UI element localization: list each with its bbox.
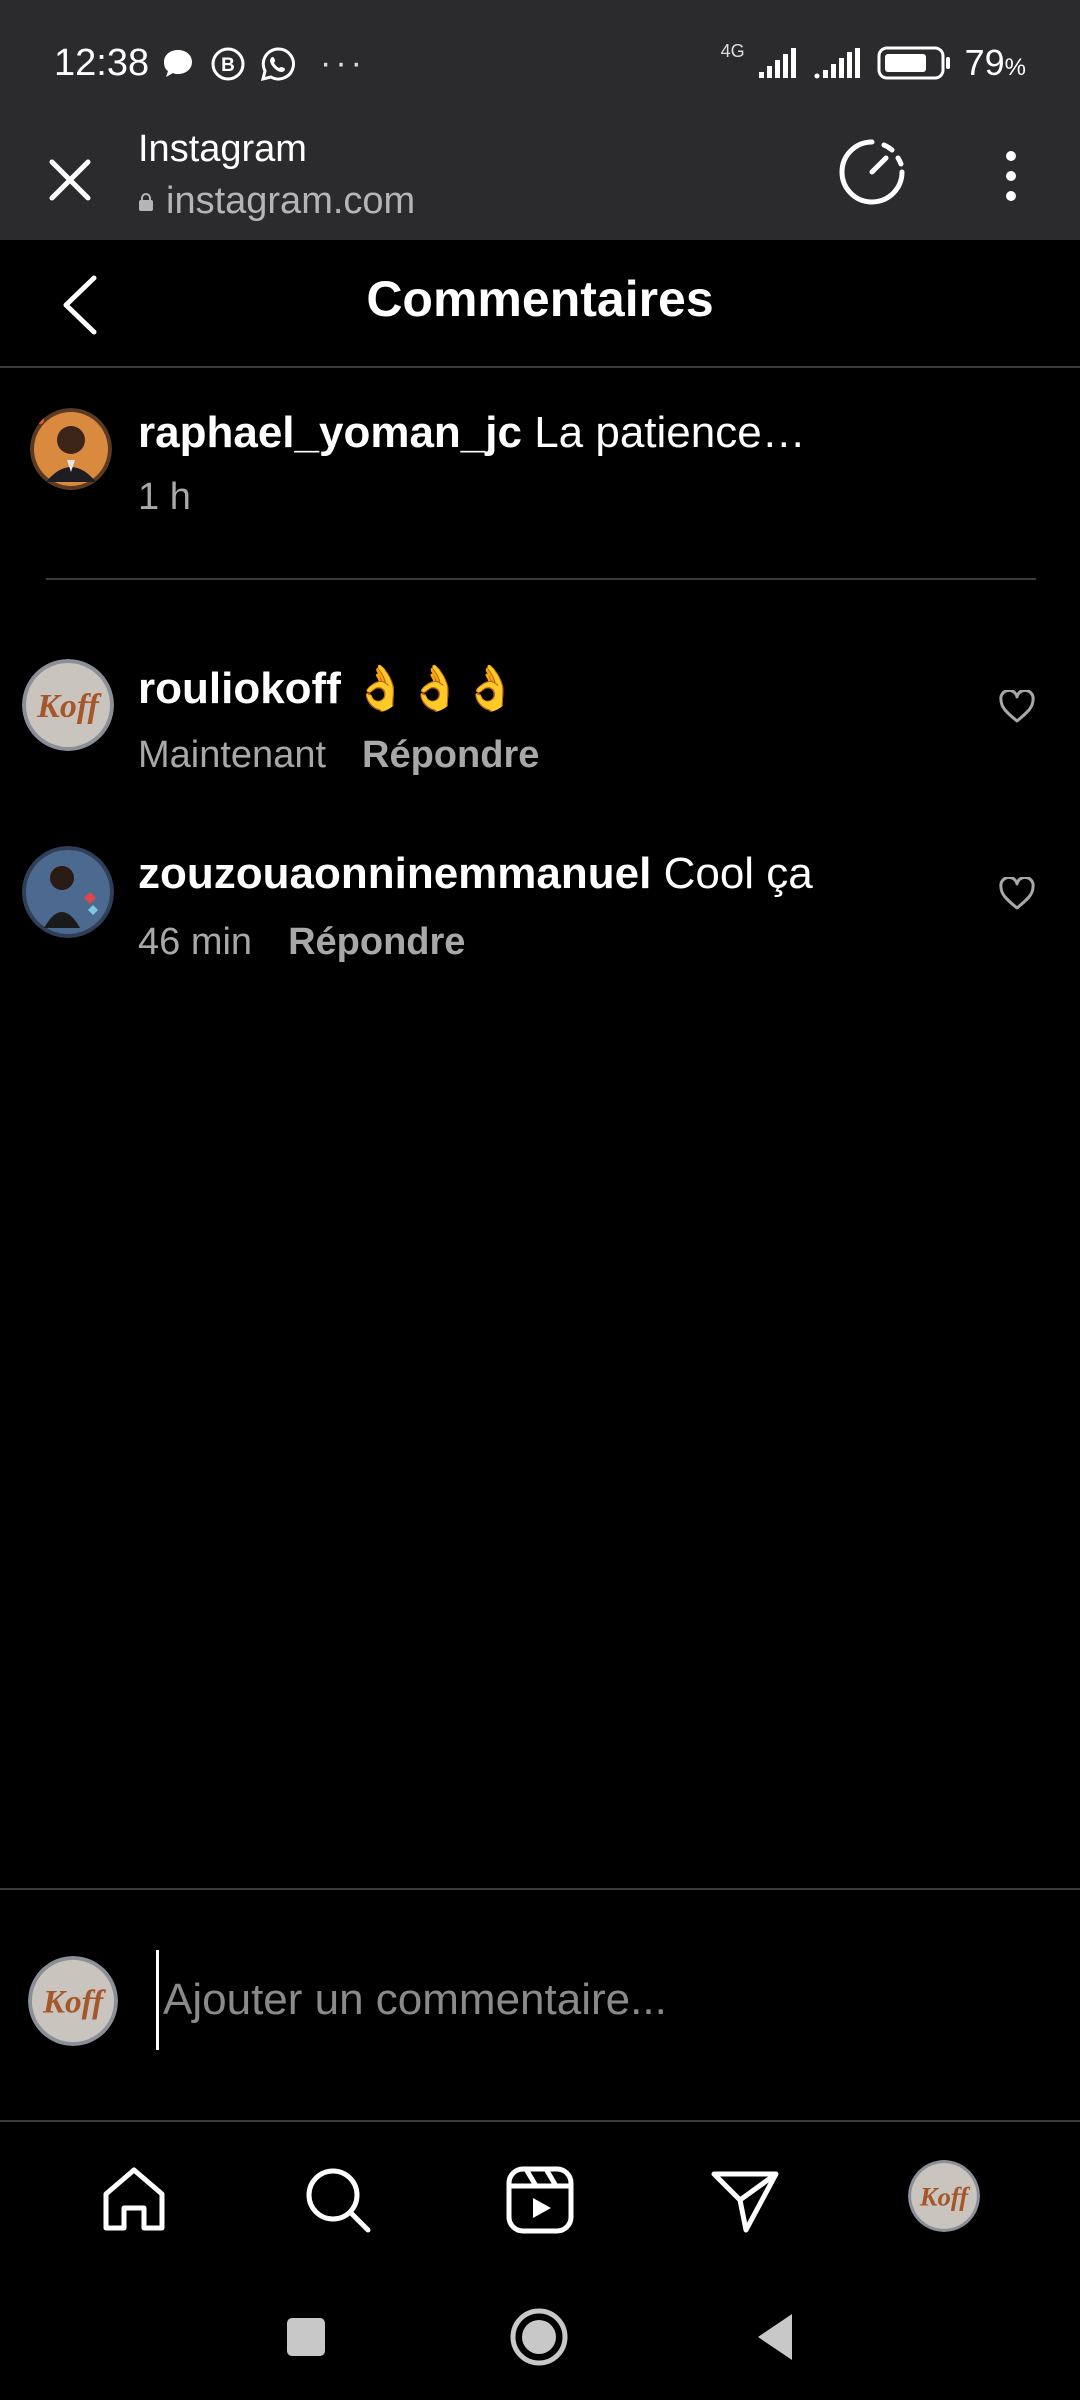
reply-button[interactable]: Répondre bbox=[362, 734, 539, 777]
comment-body: Cool ça bbox=[663, 849, 813, 898]
status-right: 4G 79% bbox=[720, 40, 1026, 84]
recents-icon[interactable] bbox=[275, 2306, 337, 2368]
comment-body: 👌👌👌 bbox=[353, 664, 518, 713]
browser-url-text: instagram.com bbox=[166, 180, 416, 222]
notification-icons: B ··· bbox=[160, 44, 366, 83]
svg-text:Koff: Koff bbox=[42, 1984, 106, 2021]
chat-bubble-icon bbox=[164, 49, 192, 77]
comment-username[interactable]: rouliokoff bbox=[138, 664, 341, 713]
heart-icon[interactable] bbox=[998, 690, 1036, 724]
comment-time: 46 min bbox=[138, 921, 253, 963]
caption-avatar-image bbox=[30, 408, 112, 490]
network-type-label: 4G bbox=[720, 40, 745, 61]
avatar[interactable] bbox=[30, 408, 112, 490]
caption-divider bbox=[46, 578, 1036, 580]
whatsapp-icon bbox=[260, 46, 295, 81]
browser-url[interactable]: instagram.com bbox=[138, 180, 415, 223]
page-title: Commentaires bbox=[366, 271, 714, 327]
browser-site-title: Instagram bbox=[138, 128, 307, 170]
speedometer-icon[interactable] bbox=[834, 134, 910, 210]
comment-input[interactable] bbox=[156, 1950, 1036, 2050]
caption-username[interactable]: raphael_yoman_jc bbox=[138, 408, 522, 457]
signal-icon bbox=[758, 48, 796, 78]
more-options-icon[interactable] bbox=[990, 146, 1032, 206]
home-circle-icon[interactable] bbox=[508, 2306, 570, 2368]
browser-bar: Instagram instagram.com bbox=[0, 128, 1080, 240]
koff-avatar-image: Koff bbox=[28, 1956, 118, 2046]
list-item: zouzouaonninemmanuel Cool ça 46 min Répo… bbox=[0, 843, 1080, 993]
svg-text:Koff: Koff bbox=[36, 688, 102, 725]
more-notifications-indicator: ··· bbox=[320, 44, 366, 82]
list-item: Koff rouliokoff 👌👌👌 Maintenant Répondre bbox=[0, 656, 1080, 806]
close-icon[interactable] bbox=[40, 150, 100, 210]
comment-input-bar: Koff bbox=[0, 1888, 1080, 2122]
comment-text: zouzouaonninemmanuel Cool ça bbox=[138, 849, 813, 899]
heart-icon[interactable] bbox=[998, 877, 1036, 911]
search-icon[interactable] bbox=[300, 2162, 376, 2238]
caption-time: 1 h bbox=[138, 476, 191, 518]
koff-avatar-image: Koff bbox=[22, 659, 114, 751]
caption-text: raphael_yoman_jc La patience… bbox=[138, 408, 806, 458]
battery-percent: 79% bbox=[964, 42, 1026, 83]
bottom-nav: Koff bbox=[0, 2122, 1080, 2272]
svg-text:Koff: Koff bbox=[919, 2181, 971, 2211]
avatar[interactable]: Koff bbox=[22, 659, 114, 751]
profile-avatar[interactable]: Koff bbox=[908, 2160, 980, 2232]
reply-button[interactable]: Répondre bbox=[288, 921, 465, 964]
caption-body: La patience… bbox=[534, 408, 806, 457]
comment-time: Maintenant bbox=[138, 734, 327, 776]
system-nav-bar bbox=[0, 2272, 1080, 2400]
comment-text: rouliokoff 👌👌👌 bbox=[138, 662, 517, 714]
koff-avatar-image: Koff bbox=[908, 2160, 980, 2232]
battery-icon bbox=[877, 46, 950, 80]
signal-icon-2 bbox=[814, 48, 860, 79]
user-avatar-image bbox=[22, 846, 114, 938]
b-badge-icon: B bbox=[211, 47, 245, 80]
send-icon[interactable] bbox=[706, 2162, 782, 2238]
comment-meta: 46 min Répondre bbox=[138, 921, 465, 964]
home-icon[interactable] bbox=[96, 2162, 172, 2238]
status-bar: 12:38 B ··· 4G 79% bbox=[0, 0, 1080, 128]
comment-username[interactable]: zouzouaonninemmanuel bbox=[138, 849, 651, 898]
comments-header: Commentaires bbox=[0, 240, 1080, 368]
back-triangle-icon[interactable] bbox=[746, 2306, 808, 2368]
avatar[interactable] bbox=[22, 846, 114, 938]
avatar: Koff bbox=[28, 1956, 118, 2046]
post-caption: raphael_yoman_jc La patience… 1 h bbox=[0, 368, 1080, 580]
svg-text:B: B bbox=[221, 55, 235, 76]
reels-icon[interactable] bbox=[502, 2162, 578, 2238]
lock-icon bbox=[139, 192, 153, 211]
status-time: 12:38 bbox=[54, 42, 150, 84]
comment-meta: Maintenant Répondre bbox=[138, 734, 539, 777]
